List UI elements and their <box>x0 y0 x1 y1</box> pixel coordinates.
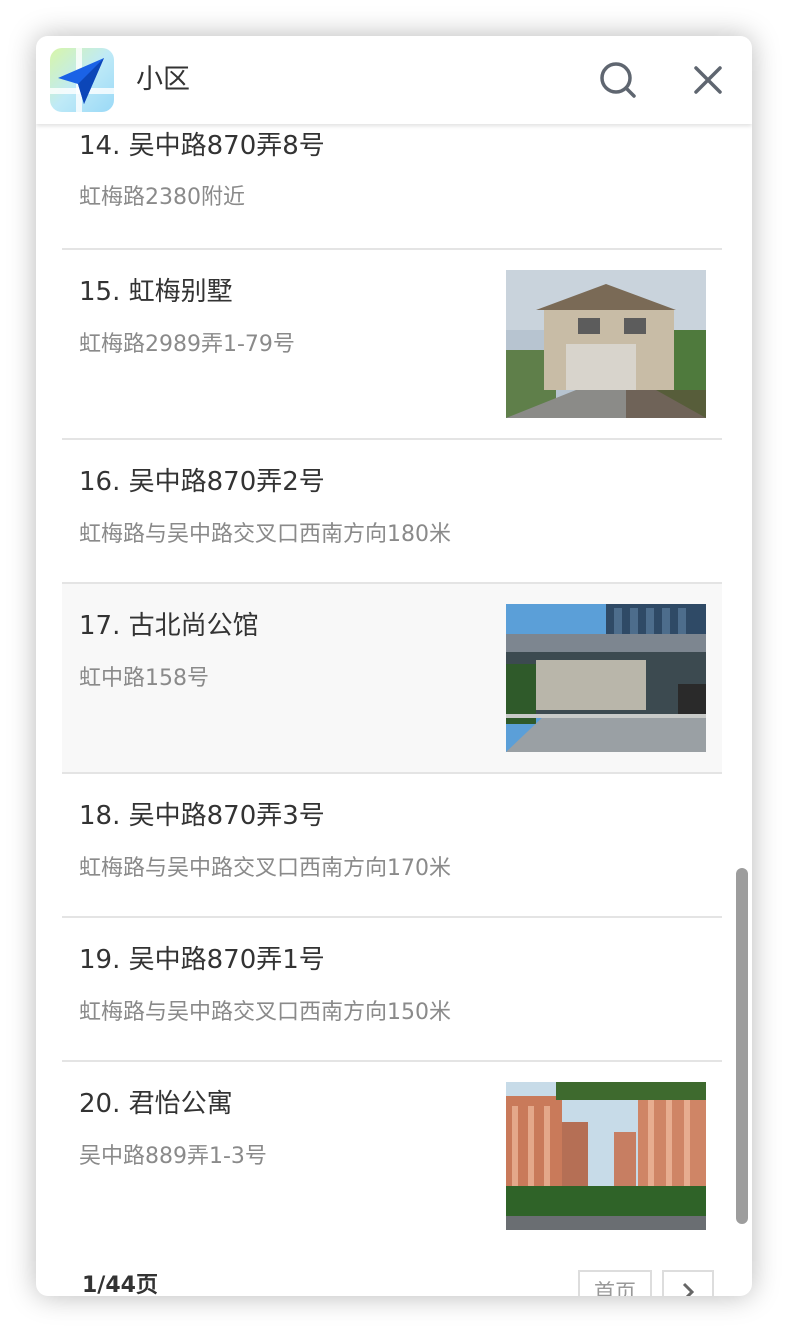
item-name: 16. 吴中路870弄2号 <box>79 467 325 497</box>
page-title: 小区 <box>136 64 190 95</box>
item-name: 20. 君怡公寓 <box>79 1089 233 1119</box>
item-name: 14. 吴中路870弄8号 <box>79 131 325 161</box>
close-icon <box>694 66 722 94</box>
item-address: 吴中路889弄1-3号 <box>79 1144 267 1169</box>
item-name: 15. 虹梅别墅 <box>79 277 233 307</box>
list-item[interactable]: 16. 吴中路870弄2号 虹梅路与吴中路交叉口西南方向180米 <box>62 440 722 584</box>
list-item[interactable]: 18. 吴中路870弄3号 虹梅路与吴中路交叉口西南方向170米 <box>62 774 722 918</box>
search-results-panel: 小区 14. 吴中路870弄8号 虹梅路2380附近 15. 虹梅别墅 虹梅路2… <box>36 36 752 1296</box>
item-name: 17. 古北尚公馆 <box>79 611 259 641</box>
item-address: 虹中路158号 <box>79 666 209 691</box>
first-page-button[interactable]: 首页 <box>578 1270 652 1296</box>
item-address: 虹梅路与吴中路交叉口西南方向170米 <box>79 856 451 881</box>
item-address: 虹梅路与吴中路交叉口西南方向150米 <box>79 1000 451 1025</box>
item-photo <box>506 270 706 418</box>
header-bar: 小区 <box>36 36 752 124</box>
item-photo <box>506 1082 706 1230</box>
paper-plane-map-icon <box>50 48 114 112</box>
item-name: 18. 吴中路870弄3号 <box>79 801 325 831</box>
page-indicator: 1/44页 <box>82 1273 158 1296</box>
item-address: 虹梅路2989弄1-79号 <box>79 332 295 357</box>
list-item[interactable]: 20. 君怡公寓 吴中路889弄1-3号 <box>62 1062 722 1252</box>
item-photo <box>506 604 706 752</box>
list-item[interactable]: 15. 虹梅别墅 虹梅路2989弄1-79号 <box>62 250 722 440</box>
list-item[interactable]: 19. 吴中路870弄1号 虹梅路与吴中路交叉口西南方向150米 <box>62 918 722 1062</box>
chevron-right-icon <box>682 1282 695 1296</box>
scrollbar[interactable] <box>736 868 748 1224</box>
item-address: 虹梅路与吴中路交叉口西南方向180米 <box>79 522 451 547</box>
search-button[interactable] <box>596 58 640 102</box>
list-item[interactable]: 17. 古北尚公馆 虹中路158号 <box>62 584 722 774</box>
search-icon <box>600 62 636 98</box>
close-button[interactable] <box>686 58 730 102</box>
next-page-button[interactable] <box>662 1270 714 1296</box>
item-address: 虹梅路2380附近 <box>79 185 245 210</box>
item-name: 19. 吴中路870弄1号 <box>79 945 325 975</box>
